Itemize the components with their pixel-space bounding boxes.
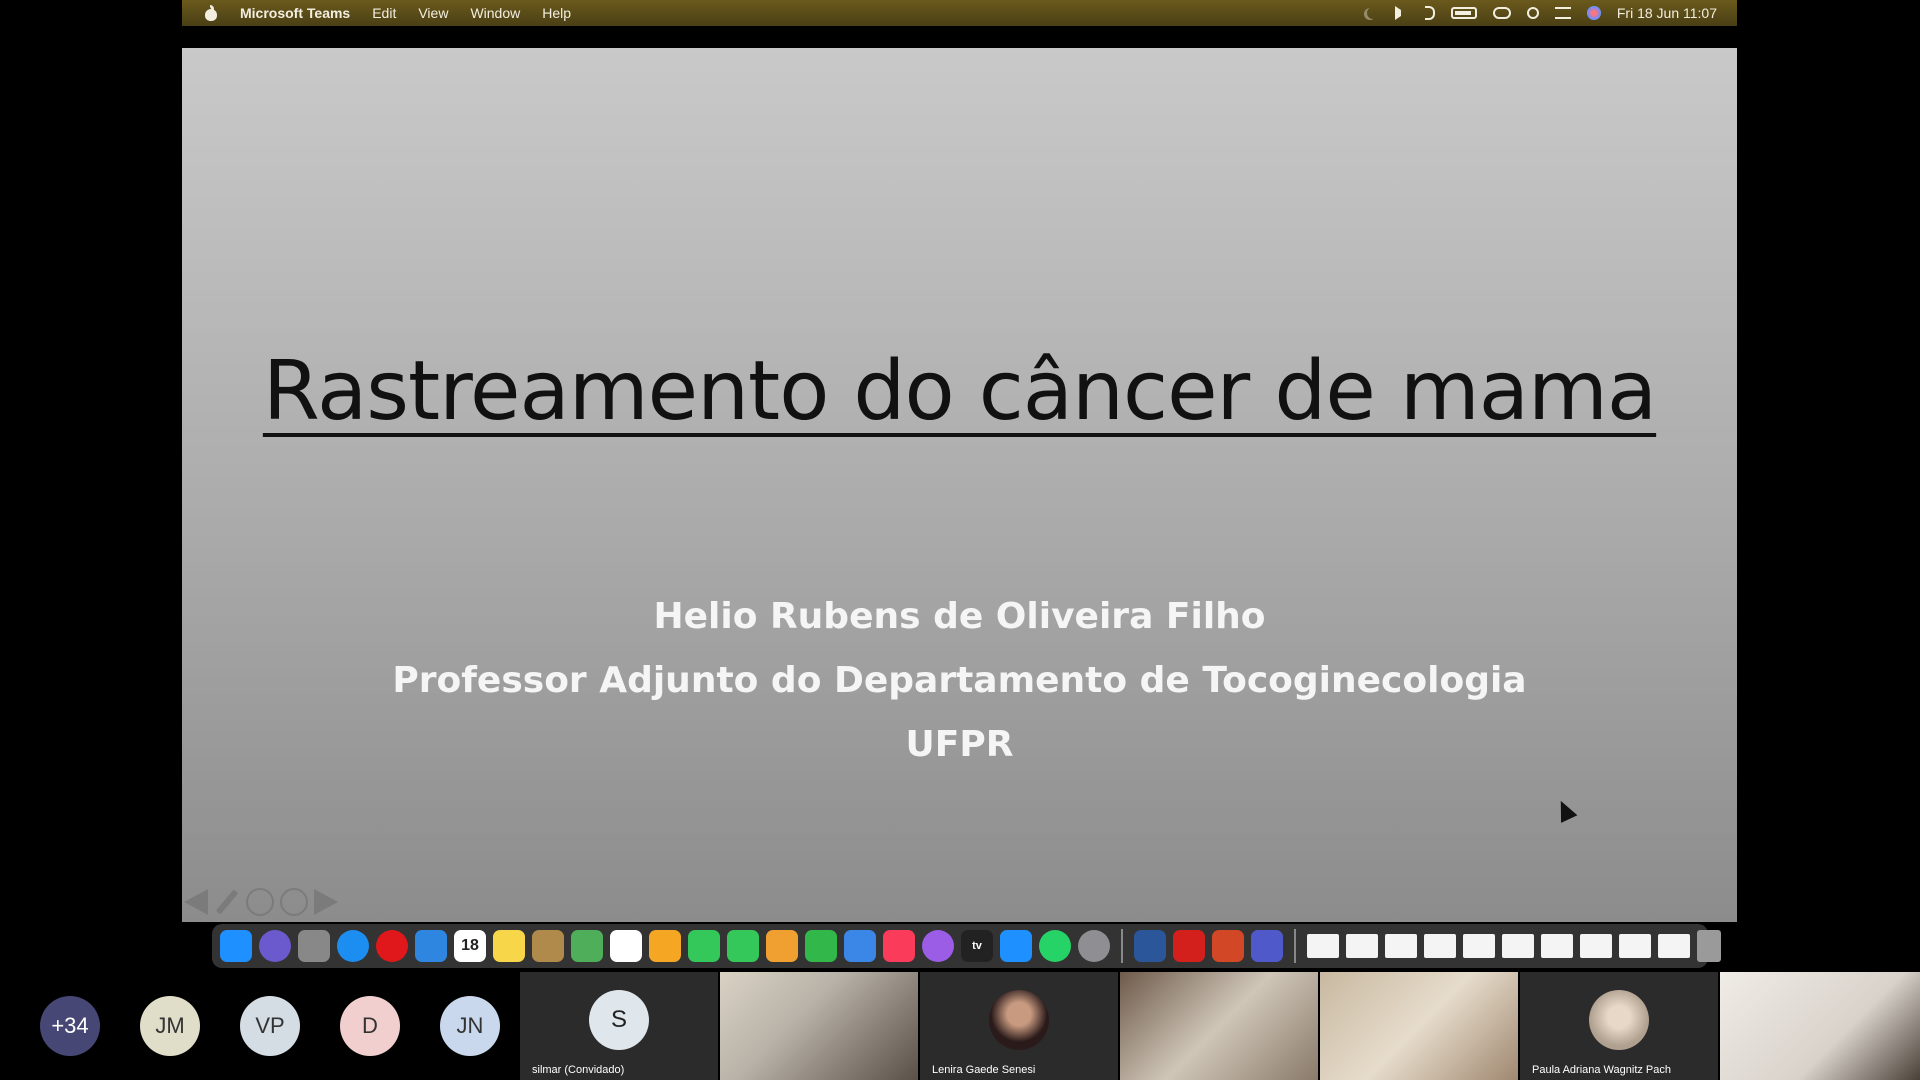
slide-position: Professor Adjunto do Departamento de Toc… [392,660,1527,701]
pages-icon[interactable] [766,930,798,962]
participant-video-tile[interactable] [1320,972,1518,1080]
siri-icon[interactable] [259,930,291,962]
minimized-window-icon[interactable] [1463,934,1495,958]
document-icon[interactable] [1307,934,1339,958]
menu-edit[interactable]: Edit [372,5,396,21]
next-slide-icon[interactable] [314,889,338,915]
participant-avatar: S [589,990,649,1050]
menu-help[interactable]: Help [542,5,571,21]
settings-icon[interactable] [1078,930,1110,962]
minimized-window-icon[interactable] [1502,934,1534,958]
menu-view[interactable]: View [418,5,448,21]
more-options-icon[interactable] [280,888,308,916]
mac-dock: 18 tv [212,924,1721,968]
safari-icon[interactable] [337,930,369,962]
opera-icon[interactable] [376,930,408,962]
control-center-icon[interactable] [1554,7,1571,19]
mac-menubar: Microsoft Teams Edit View Window Help Fr… [182,0,1737,26]
participant-name: silmar (Convidado) [532,1064,625,1076]
siri-icon[interactable] [1586,6,1601,20]
participant-video-tile[interactable]: Lenira Gaede Senesi [920,972,1118,1080]
participant-avatar[interactable]: VP [240,996,300,1056]
volume-icon[interactable] [1394,6,1409,20]
numbers-icon[interactable] [805,930,837,962]
participant-video-tile[interactable] [720,972,918,1080]
participant-name: Lenira Gaede Senesi [932,1064,1036,1076]
screen: Microsoft Teams Edit View Window Help Fr… [0,0,1920,1080]
participant-avatar[interactable]: D [340,996,400,1056]
facetime-icon[interactable] [727,930,759,962]
teams-icon[interactable] [1251,930,1283,962]
participant-photo [989,990,1049,1050]
mail-icon[interactable] [415,930,447,962]
messages-icon[interactable] [688,930,720,962]
participant-video-tile[interactable]: Paula Adriana Wagnitz Pach [1520,972,1718,1080]
slide-author: Helio Rubens de Oliveira Filho [653,596,1266,637]
minimized-window-icon[interactable] [1346,934,1378,958]
screen-mirroring-icon[interactable] [1492,7,1511,19]
slideshow-controls [184,888,338,916]
bluetooth-icon[interactable] [1424,6,1435,20]
participant-avatar[interactable]: JM [140,996,200,1056]
trash-icon[interactable] [1697,930,1721,962]
podcasts-icon[interactable] [922,930,954,962]
minimized-window-icon[interactable] [1580,934,1612,958]
more-participants-button[interactable]: +34 [40,996,100,1056]
slide-view-icon[interactable] [246,888,274,916]
apple-menu-icon[interactable] [204,5,218,21]
contacts-icon[interactable] [532,930,564,962]
notes-icon[interactable] [493,930,525,962]
dock-separator [1121,929,1123,963]
battery-icon[interactable] [1450,7,1477,19]
minimized-window-icon[interactable] [1424,934,1456,958]
previous-slide-icon[interactable] [184,889,208,915]
slide-title: Rastreamento do câncer de mama [262,344,1657,439]
photos-icon[interactable] [649,930,681,962]
presentation-slide: Rastreamento do câncer de mama Helio Rub… [182,48,1737,922]
reminders-icon[interactable] [610,930,642,962]
appletv-icon[interactable]: tv [961,930,993,962]
participant-video-tile[interactable] [1120,972,1318,1080]
launchpad-icon[interactable] [298,930,330,962]
status-area: Fri 18 Jun 11:07 [1367,5,1717,21]
dock-separator [1294,929,1296,963]
maps-icon[interactable] [571,930,603,962]
participant-avatar[interactable]: JN [440,996,500,1056]
music-icon[interactable] [883,930,915,962]
participant-photo [1589,990,1649,1050]
powerpoint-icon[interactable] [1212,930,1244,962]
spotlight-search-icon[interactable] [1526,7,1539,19]
acrobat-icon[interactable] [1173,930,1205,962]
do-not-disturb-icon[interactable] [1367,7,1379,19]
menubar-clock[interactable]: Fri 18 Jun 11:07 [1617,5,1717,21]
whatsapp-icon[interactable] [1039,930,1071,962]
minimized-window-icon[interactable] [1619,934,1651,958]
shared-screen: Microsoft Teams Edit View Window Help Fr… [182,0,1737,970]
menu-app-name[interactable]: Microsoft Teams [240,5,350,21]
mouse-cursor-icon [1552,797,1578,823]
calendar-icon[interactable]: 18 [454,930,486,962]
pen-tool-icon[interactable] [215,889,239,915]
slide-institution: UFPR [905,724,1014,765]
minimized-window-icon[interactable] [1541,934,1573,958]
appstore-icon[interactable] [1000,930,1032,962]
participant-video-tile[interactable] [1720,972,1920,1080]
finder-icon[interactable] [220,930,252,962]
participant-name: Paula Adriana Wagnitz Pach [1532,1064,1672,1076]
keynote-icon[interactable] [844,930,876,962]
minimized-window-icon[interactable] [1658,934,1690,958]
participant-video-tile[interactable]: Ssilmar (Convidado) [520,972,718,1080]
menu-window[interactable]: Window [470,5,520,21]
word-icon[interactable] [1134,930,1166,962]
minimized-window-icon[interactable] [1385,934,1417,958]
participant-strip: +34 JM VP D JN Ssilmar (Convidado) Lenira Gaed… [0,970,1920,1080]
